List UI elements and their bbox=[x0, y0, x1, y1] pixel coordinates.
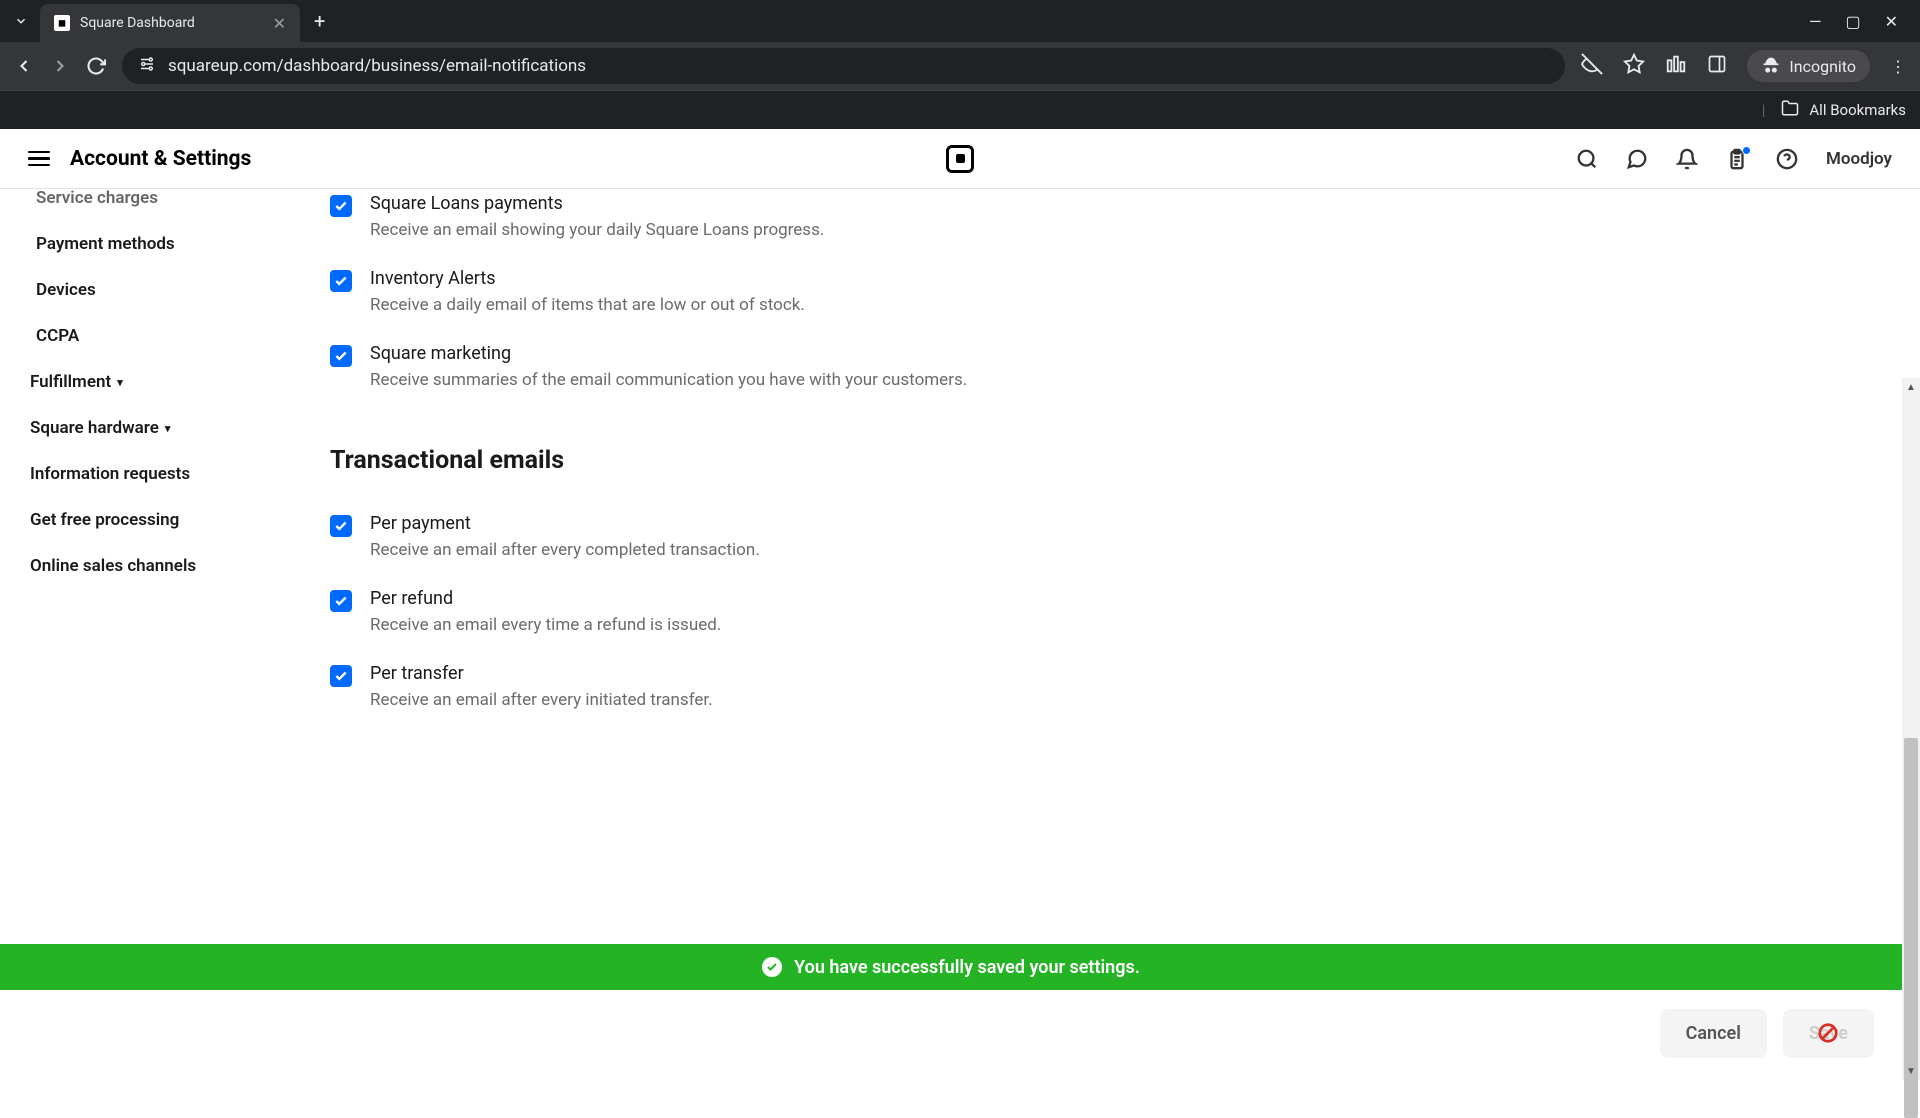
sidebar-item-information-requests[interactable]: Information requests bbox=[30, 451, 250, 497]
setting-label: Square Loans payments bbox=[370, 193, 824, 214]
user-menu[interactable]: Moodjoy bbox=[1826, 149, 1892, 169]
help-icon[interactable] bbox=[1776, 148, 1798, 170]
setting-per-transfer: Per transfer Receive an email after ever… bbox=[330, 653, 1920, 728]
tab-search-dropdown[interactable] bbox=[8, 8, 34, 34]
media-control-icon[interactable] bbox=[1665, 53, 1687, 79]
reload-button[interactable] bbox=[86, 56, 106, 76]
notification-dot bbox=[1742, 146, 1751, 155]
square-logo-icon[interactable] bbox=[946, 145, 974, 173]
save-button: Save bbox=[1783, 1009, 1874, 1058]
setting-inventory-alerts: Inventory Alerts Receive a daily email o… bbox=[330, 258, 1920, 333]
checkbox-per-refund[interactable] bbox=[330, 590, 352, 612]
cancel-button[interactable]: Cancel bbox=[1660, 1009, 1767, 1058]
sidebar-item-online-sales-channels[interactable]: Online sales channels bbox=[30, 543, 250, 589]
square-favicon-icon: ◼ bbox=[54, 15, 70, 31]
section-heading-transactional: Transactional emails bbox=[330, 446, 1920, 475]
setting-square-marketing: Square marketing Receive summaries of th… bbox=[330, 333, 1920, 408]
incognito-badge[interactable]: Incognito bbox=[1747, 50, 1870, 82]
checkbox-per-payment[interactable] bbox=[330, 515, 352, 537]
url-bar: squareup.com/dashboard/business/email-no… bbox=[0, 42, 1920, 90]
success-banner: You have successfully saved your setting… bbox=[0, 944, 1902, 990]
window-controls: ― ▢ ✕ bbox=[1795, 12, 1912, 31]
clipboard-icon[interactable] bbox=[1726, 148, 1748, 170]
sidebar-item-service-charges[interactable]: Service charges bbox=[30, 175, 250, 221]
sidebar-item-get-free-processing[interactable]: Get free processing bbox=[30, 497, 250, 543]
app-header: Account & Settings Moodjoy bbox=[0, 129, 1920, 189]
scroll-up-icon[interactable]: ▲ bbox=[1902, 378, 1920, 396]
setting-label: Inventory Alerts bbox=[370, 268, 805, 289]
url-text: squareup.com/dashboard/business/email-no… bbox=[168, 56, 586, 76]
setting-desc: Receive an email after every initiated t… bbox=[370, 690, 713, 710]
not-allowed-cursor-icon bbox=[1817, 1022, 1839, 1044]
site-settings-icon[interactable] bbox=[138, 55, 156, 77]
side-panel-icon[interactable] bbox=[1707, 54, 1727, 78]
setting-square-loans: Square Loans payments Receive an email s… bbox=[330, 183, 1920, 258]
setting-per-refund: Per refund Receive an email every time a… bbox=[330, 578, 1920, 653]
setting-desc: Receive an email every time a refund is … bbox=[370, 615, 721, 635]
checkbox-per-transfer[interactable] bbox=[330, 665, 352, 687]
forward-button[interactable] bbox=[50, 56, 70, 76]
scrollbar-thumb[interactable] bbox=[1904, 738, 1918, 1118]
browser-chrome: ◼ Square Dashboard ✕ + ― ▢ ✕ squareup.co… bbox=[0, 0, 1920, 129]
back-button[interactable] bbox=[14, 56, 34, 76]
close-window-icon[interactable]: ✕ bbox=[1885, 12, 1898, 31]
address-bar[interactable]: squareup.com/dashboard/business/email-no… bbox=[122, 48, 1565, 84]
page-title: Account & Settings bbox=[70, 147, 251, 171]
new-tab-button[interactable]: + bbox=[300, 9, 339, 33]
setting-desc: Receive summaries of the email communica… bbox=[370, 370, 967, 390]
chevron-down-icon: ▾ bbox=[117, 376, 123, 389]
tab-bar: ◼ Square Dashboard ✕ + ― ▢ ✕ bbox=[0, 0, 1920, 42]
scroll-down-icon[interactable]: ▼ bbox=[1902, 1062, 1920, 1080]
check-circle-icon bbox=[762, 957, 782, 977]
banner-text: You have successfully saved your setting… bbox=[794, 957, 1140, 978]
sidebar-item-ccpa[interactable]: CCPA bbox=[30, 313, 250, 359]
sidebar-item-square-hardware[interactable]: Square hardware▾ bbox=[30, 405, 250, 451]
menu-toggle-button[interactable] bbox=[28, 151, 50, 167]
bookmark-star-icon[interactable] bbox=[1623, 53, 1645, 79]
checkbox-square-marketing[interactable] bbox=[330, 345, 352, 367]
browser-menu-icon[interactable]: ⋮ bbox=[1890, 57, 1906, 76]
sidebar-item-fulfillment[interactable]: Fulfillment▾ bbox=[30, 359, 250, 405]
sidebar-item-devices[interactable]: Devices bbox=[30, 267, 250, 313]
setting-label: Square marketing bbox=[370, 343, 967, 364]
folder-icon bbox=[1781, 99, 1799, 121]
setting-label: Per transfer bbox=[370, 663, 713, 684]
setting-desc: Receive an email after every completed t… bbox=[370, 540, 760, 560]
checkbox-inventory-alerts[interactable] bbox=[330, 270, 352, 292]
browser-tab[interactable]: ◼ Square Dashboard ✕ bbox=[40, 4, 300, 42]
sidebar-item-payment-methods[interactable]: Payment methods bbox=[30, 221, 250, 267]
bell-icon[interactable] bbox=[1676, 148, 1698, 170]
setting-desc: Receive a daily email of items that are … bbox=[370, 295, 805, 315]
chat-icon[interactable] bbox=[1626, 148, 1648, 170]
setting-per-payment: Per payment Receive an email after every… bbox=[330, 503, 1920, 578]
setting-label: Per refund bbox=[370, 588, 721, 609]
setting-desc: Receive an email showing your daily Squa… bbox=[370, 220, 824, 240]
search-icon[interactable] bbox=[1576, 148, 1598, 170]
setting-label: Per payment bbox=[370, 513, 760, 534]
eye-off-icon[interactable] bbox=[1581, 53, 1603, 79]
chevron-down-icon: ▾ bbox=[165, 422, 171, 435]
footer-actions: Cancel Save bbox=[0, 1000, 1902, 1066]
close-tab-icon[interactable]: ✕ bbox=[273, 14, 286, 33]
minimize-icon[interactable]: ― bbox=[1809, 12, 1822, 31]
checkbox-square-loans[interactable] bbox=[330, 195, 352, 217]
tab-title: Square Dashboard bbox=[80, 15, 263, 31]
all-bookmarks-link[interactable]: All Bookmarks bbox=[1809, 101, 1906, 119]
scrollbar[interactable]: ▲ ▼ bbox=[1902, 378, 1920, 1080]
main-content: Service charges Payment methods Devices … bbox=[0, 189, 1920, 1080]
maximize-icon[interactable]: ▢ bbox=[1845, 12, 1860, 31]
bookmarks-bar: | All Bookmarks bbox=[0, 90, 1920, 129]
